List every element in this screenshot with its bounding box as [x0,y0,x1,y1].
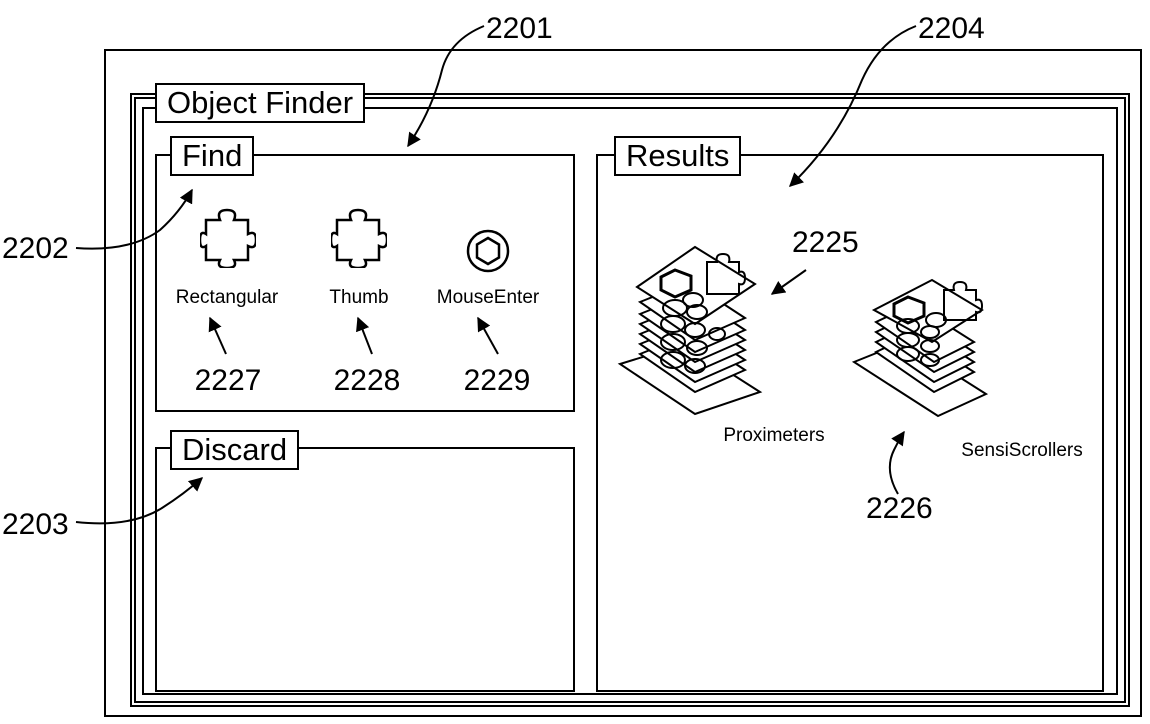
callout-arrows [75,25,917,525]
